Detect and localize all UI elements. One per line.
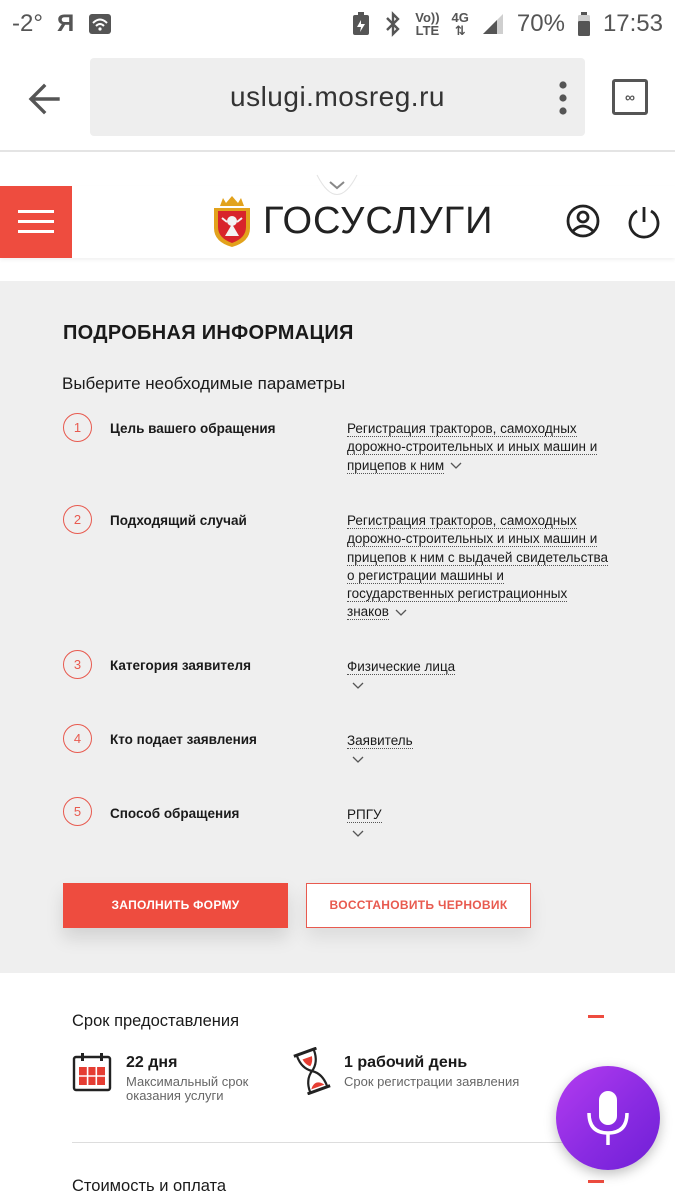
hourglass-icon <box>293 1047 331 1095</box>
chevron-down-icon <box>352 682 364 690</box>
step-number: 2 <box>63 505 92 534</box>
step-value-text: РПГУ <box>347 807 382 823</box>
user-profile-icon[interactable] <box>566 204 600 238</box>
registration-term-description: Срок регистрации заявления <box>344 1074 520 1089</box>
step-label: Подходящий случай <box>110 513 247 528</box>
step-dropdown[interactable]: Физические лица <box>347 658 612 690</box>
image-notification-icon <box>89 14 112 34</box>
step-value-text: Регистрация тракторов, самоходных дорожн… <box>347 421 598 474</box>
chevron-down-icon <box>450 462 462 469</box>
bluetooth-icon <box>386 11 400 37</box>
details-panel: ПОДРОБНАЯ ИНФОРМАЦИЯ Выберите необходимы… <box>0 281 675 973</box>
chevron-down-icon <box>352 830 364 838</box>
term-section-title[interactable]: Срок предоставления <box>72 1012 239 1031</box>
step-dropdown[interactable]: Заявитель <box>347 732 612 764</box>
battery-icon <box>577 12 590 36</box>
battery-percent: 70% <box>516 10 565 37</box>
tabs-button[interactable]: ∞ <box>612 79 648 115</box>
step-number: 3 <box>63 650 92 679</box>
restore-draft-button[interactable]: ВОССТАНОВИТЬ ЧЕРНОВИК <box>306 883 531 928</box>
step-label: Способ обращения <box>110 806 240 821</box>
signal-icon <box>482 14 503 34</box>
calendar-icon <box>72 1053 112 1092</box>
step-label: Кто подает заявления <box>110 732 257 747</box>
collapse-minus-icon[interactable] <box>588 1180 604 1183</box>
panel-subtitle: Выберите необходимые параметры <box>62 374 346 393</box>
step-dropdown[interactable]: РПГУ <box>347 806 612 838</box>
temperature-text: -2° <box>12 10 43 37</box>
max-term-value: 22 дня <box>126 1054 178 1071</box>
collapse-minus-icon[interactable] <box>588 1015 604 1018</box>
step-number: 1 <box>63 413 92 442</box>
panel-title: ПОДРОБНАЯ ИНФОРМАЦИЯ <box>63 322 354 344</box>
section-divider <box>72 1142 604 1143</box>
chevron-down-icon[interactable] <box>316 174 358 200</box>
max-term-description: Максимальный срок оказания услуги <box>126 1074 249 1103</box>
back-arrow-icon[interactable] <box>22 76 68 122</box>
step-dropdown[interactable]: Регистрация тракторов, самоходных дорожн… <box>347 512 612 622</box>
step-number: 4 <box>63 724 92 753</box>
volte-indicator: Vo)) LTE <box>415 10 440 38</box>
clock: 17:53 <box>602 10 663 37</box>
moscow-oblast-emblem-icon <box>214 196 250 247</box>
status-bar: -2° Я Vo)) LTE 4G ⇅ 70% 17:53 <box>0 0 675 48</box>
microphone-icon <box>587 1091 629 1145</box>
step-dropdown[interactable]: Регистрация тракторов, самоходных дорожн… <box>347 420 612 475</box>
battery-saver-icon <box>353 12 370 35</box>
fill-form-button[interactable]: ЗАПОЛНИТЬ ФОРМУ <box>63 883 288 928</box>
chevron-down-icon <box>352 756 364 764</box>
site-logo-text[interactable]: ГОСУСЛУГИ <box>263 200 493 243</box>
cost-section-title[interactable]: Стоимость и оплата <box>72 1177 226 1196</box>
step-label: Категория заявителя <box>110 658 251 673</box>
step-label: Цель вашего обращения <box>110 421 276 436</box>
yandex-icon: Я <box>56 10 75 37</box>
voice-assistant-button[interactable] <box>556 1066 660 1170</box>
power-logout-icon[interactable] <box>626 204 662 240</box>
step-value-text: Заявитель <box>347 733 413 749</box>
menu-button[interactable] <box>0 186 72 258</box>
step-value-text: Физические лица <box>347 659 456 675</box>
network-indicator: 4G ⇅ <box>451 10 469 38</box>
divider <box>0 150 675 152</box>
step-number: 5 <box>63 797 92 826</box>
registration-term-value: 1 рабочий день <box>344 1054 468 1071</box>
step-value-text: Регистрация тракторов, самоходных дорожн… <box>347 513 609 621</box>
url-text: uslugi.mosreg.ru <box>230 81 445 112</box>
browser-toolbar: uslugi.mosreg.ru ∞ <box>0 48 675 150</box>
chevron-down-icon <box>395 609 407 616</box>
more-vert-icon[interactable] <box>557 80 569 116</box>
address-bar[interactable]: uslugi.mosreg.ru <box>90 58 585 136</box>
